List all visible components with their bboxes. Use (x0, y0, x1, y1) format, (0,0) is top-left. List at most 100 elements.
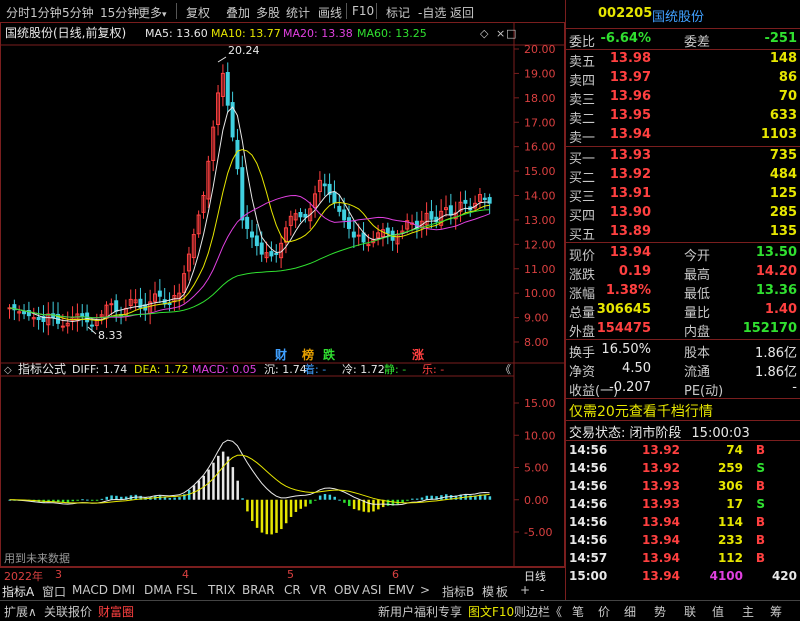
bid-price[interactable]: 13.90 (610, 205, 651, 220)
chart-title: 国统股份(日线,前复权) (5, 25, 126, 40)
status-right-6[interactable]: 势 (654, 603, 666, 620)
toolbar-item-10[interactable]: F10 (352, 4, 374, 18)
macd-bar (217, 455, 220, 500)
bid-price[interactable]: 13.89 (610, 224, 651, 239)
bid-price[interactable]: 13.93 (610, 148, 651, 163)
bid-price[interactable]: 13.91 (610, 186, 651, 201)
period-label[interactable]: 日线 (524, 568, 546, 584)
tick-time: 14:56 (569, 497, 608, 511)
tick-time: 14:56 (569, 461, 608, 475)
stat2-label: 净资 (569, 365, 596, 380)
event-marker-0[interactable]: 财 (274, 347, 287, 362)
ask-price[interactable]: 13.98 (610, 51, 651, 66)
toolbar-divider (376, 3, 377, 19)
macd-bar (231, 467, 235, 500)
indicator-tab-4[interactable]: DMA (144, 583, 172, 597)
indicator-tab-7[interactable]: BRAR (242, 583, 275, 597)
ask-label: 卖五 (569, 55, 596, 70)
high-label: 20.24 (228, 44, 260, 57)
macd-bar (71, 499, 75, 502)
toolbar-item-8[interactable]: 统计 (286, 4, 310, 21)
chart-settings-icon[interactable]: ◇ (480, 27, 489, 40)
status-right-0[interactable]: 新用户福利专享 (378, 603, 462, 620)
indicator-tab-10[interactable]: OBV (334, 583, 360, 597)
status-right-2[interactable]: 则边栏《 (514, 603, 562, 620)
status-right-8[interactable]: 值 (712, 603, 724, 620)
indicator-tab-6[interactable]: TRIX (208, 583, 235, 597)
diff-line (9, 439, 490, 506)
divider (566, 398, 800, 399)
indicator-tab-12[interactable]: EMV (388, 583, 414, 597)
macd-bar (483, 495, 487, 500)
toolbar-item-5[interactable]: 复权 (186, 4, 210, 21)
indicator-tab-5[interactable]: FSL (176, 583, 197, 597)
promo-link[interactable]: 仅需20元查看千档行情 (569, 401, 713, 421)
stat-value: 306645 (596, 302, 651, 317)
tick-direction: 420 (771, 569, 797, 583)
status-right-7[interactable]: 联 (684, 603, 696, 620)
indicator-tab-8[interactable]: CR (284, 583, 301, 597)
divider (566, 28, 800, 29)
indicator-tab-3[interactable]: DMI (112, 583, 135, 597)
tick-volume: 17 (726, 497, 743, 511)
status-right-4[interactable]: 价 (598, 603, 610, 620)
indicator-expand-icon[interactable]: 《 (500, 363, 511, 376)
tick-price: 13.92 (642, 461, 680, 475)
stat-value-2: 13.36 (755, 283, 797, 298)
collapse-icon[interactable]: ◇ (4, 365, 12, 376)
event-marker-2[interactable]: 跌 (323, 347, 336, 362)
chart-maximize-icon[interactable]: □ (506, 27, 516, 40)
indicator-tab-11[interactable]: ASI (362, 583, 381, 597)
toolbar-item-7[interactable]: 多股 (256, 4, 280, 21)
indicator-tab-16[interactable]: 板 (496, 583, 508, 600)
ask-price[interactable]: 13.95 (610, 108, 651, 123)
status-right-3[interactable]: 笔 (572, 603, 584, 620)
kline-chart-svg[interactable]: 国统股份(日线,前复权) MA5: 13.60 MA10: 13.77 MA20: 1… (0, 22, 565, 568)
indicator-tab-2[interactable]: MACD (72, 583, 108, 597)
indicator-tab-0[interactable]: 指标A (2, 583, 34, 600)
status-left-2[interactable]: 财富圈 (98, 603, 134, 620)
status-right-10[interactable]: 筹 (770, 603, 782, 620)
toolbar-item-2[interactable]: 5分钟 (62, 4, 94, 21)
ask-price[interactable]: 13.94 (610, 127, 651, 142)
toolbar-item-9[interactable]: 画线 (318, 4, 342, 21)
toolbar-item-3[interactable]: 15分钟 (100, 4, 139, 21)
indicator-tab-9[interactable]: VR (310, 583, 327, 597)
time-tick-label: 6 (392, 568, 399, 581)
indicator-tab-18[interactable]: - (540, 583, 544, 597)
toolbar-item-6[interactable]: 叠加 (226, 4, 250, 21)
candle-body (254, 235, 259, 247)
status-right-9[interactable]: 主 (742, 603, 754, 620)
indicator-title[interactable]: 指标公式 (18, 361, 66, 376)
stat-label: 涨跌 (569, 268, 596, 283)
event-marker-3[interactable]: 涨 (412, 347, 424, 362)
indicator-tab-1[interactable]: 窗口 (42, 583, 66, 600)
macd-bar (415, 498, 419, 500)
ask-price[interactable]: 13.97 (610, 70, 651, 85)
bid-label: 买五 (569, 228, 596, 243)
toolbar-item-11[interactable]: 标记 (386, 4, 410, 21)
indicator-tab-15[interactable]: 模 (482, 583, 494, 600)
bid-volume: 735 (769, 148, 797, 163)
indicator-tick-label: -5.00 (524, 526, 552, 539)
indicator-tab-17[interactable]: + (520, 583, 530, 597)
event-marker-1[interactable]: 榜 (302, 347, 314, 362)
stat-row-3: 总量 306645 量比 1.40 (566, 301, 800, 321)
chart-area[interactable]: 国统股份(日线,前复权) MA5: 13.60 MA10: 13.77 MA20: 1… (0, 22, 565, 568)
toolbar-item-0[interactable]: 分时 (6, 4, 30, 21)
ask-price[interactable]: 13.96 (610, 89, 651, 104)
toolbar-item-13[interactable]: 返回 (450, 4, 474, 21)
status-right-1[interactable]: 图文F10 (468, 603, 514, 620)
status-left-0[interactable]: 扩展∧ (4, 603, 37, 620)
bid-price[interactable]: 13.92 (610, 167, 651, 182)
ask-volume: 633 (769, 108, 797, 123)
status-right-5[interactable]: 细 (624, 603, 636, 620)
indicator-tab-14[interactable]: 指标B (442, 583, 474, 600)
toolbar-item-12[interactable]: -自选 (418, 4, 446, 21)
indicator-tab-13[interactable]: > (420, 583, 430, 597)
chart-close-icon[interactable]: × (496, 27, 505, 40)
status-left-1[interactable]: 关联报价 (44, 603, 92, 620)
toolbar-item-1[interactable]: 1分钟 (30, 4, 62, 21)
toolbar-item-4[interactable]: 更多▾ (138, 4, 167, 21)
wei-bi-value: -6.64% (600, 31, 652, 46)
